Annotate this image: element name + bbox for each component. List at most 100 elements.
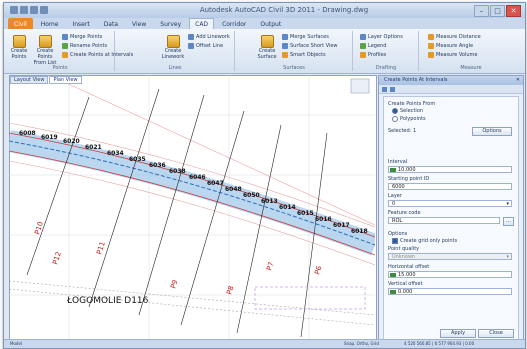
point-label[interactable]: 6036 [149,162,166,169]
field-icon [390,290,396,294]
surface-view-icon [282,43,288,49]
point-quality-select[interactable]: Unknown ▾ [388,253,512,260]
starting-point-field[interactable]: 6000 [388,183,512,190]
tab-plan-view[interactable]: Plan View [49,76,82,84]
panel-tool-icon[interactable] [382,86,387,92]
close-button[interactable]: ✕ [506,5,521,17]
point-label[interactable]: 6048 [225,186,242,193]
measure-angle-button[interactable]: Measure Angle [428,43,473,49]
starting-point-label: Starting point ID [388,176,430,182]
status-coordinates: 4 520 560.85 | 6 577 904.93 | 0.00 [404,341,475,346]
add-line-icon [188,34,194,40]
app-menu-icon[interactable] [10,6,18,14]
measure-distance-button[interactable]: Measure Distance [428,34,481,40]
feature-code-label: Feature code [388,210,421,216]
layer-label: Layer [388,193,402,199]
radio-polypoints[interactable]: Polypoints [392,116,426,122]
measure-volume-button[interactable]: Measure Volume [428,52,477,58]
field-icon [390,273,396,277]
create-points-from-list-button[interactable]: Create Points From List [32,35,58,66]
create-surface-button[interactable]: Create Surface [254,35,280,60]
section-label: Create Points From [388,101,436,107]
point-label[interactable]: 6017 [333,222,350,229]
window-controls: – □ ✕ [474,5,521,17]
viewcube-icon[interactable] [350,78,370,94]
merge-points-button[interactable]: Merge Points [62,34,102,40]
drawing-tabs: Layout View Plan View [10,76,82,84]
panel-tool-icon[interactable] [390,86,395,92]
merge-surface-icon [282,34,288,40]
add-linework-button[interactable]: Add Linework [188,34,230,40]
save-icon[interactable] [20,6,28,14]
ribbon-group-lines: Create Linework Add Linework Offset Line… [116,31,235,71]
point-label[interactable]: 6015 [297,210,314,217]
layer-options-button[interactable]: Layer Options [360,34,403,40]
chevron-down-icon: ▾ [506,201,509,207]
tab-layout-view[interactable]: Layout View [10,76,49,84]
options-button[interactable]: Options [472,127,512,136]
status-toggles[interactable]: Snap, Ortho, Grid [344,341,379,346]
offset-icon [188,43,194,49]
point-label[interactable]: 6018 [351,228,368,235]
window-title: Autodesk AutoCAD Civil 3D 2011 - Drawing… [199,6,369,14]
chevron-down-icon: ▾ [506,254,509,260]
point-label[interactable]: 6050 [243,192,260,199]
profiles-button[interactable]: Profiles [360,52,386,58]
point-label[interactable]: 6047 [207,180,224,187]
ruler-icon [428,34,434,40]
offset-line-button[interactable]: Offset Line [188,43,223,49]
application-window: Autodesk AutoCAD Civil 3D 2011 - Drawing… [3,2,526,349]
plan-drawing[interactable]: 6008 6019 6020 6021 6034 6035 6036 6038 … [9,75,375,343]
layer-icon [360,34,366,40]
panel-close-icon[interactable]: ✕ [516,76,520,85]
profiles-icon [360,52,366,58]
redo-icon[interactable] [40,6,48,14]
point-label[interactable]: 6019 [41,134,58,141]
point-label[interactable]: 6035 [129,156,146,163]
status-bar: Model Snap, Ortho, Grid 4 520 560.85 | 6… [4,339,525,348]
create-linework-button[interactable]: Create Linework [160,35,186,60]
panel-toolbar [379,85,523,94]
smart-objects-button[interactable]: Smart Objects [282,52,326,58]
station-label: P9 [169,279,179,290]
selected-count: Selected: 1 [388,128,417,134]
road-name-label: ŁOGOMOLIE D116 [66,296,149,306]
point-label[interactable]: 6008 [19,130,36,137]
close-panel-button[interactable]: Close [478,329,514,338]
point-label[interactable]: 6021 [85,144,102,151]
minimize-button[interactable]: – [474,5,489,17]
point-label[interactable]: 6013 [261,198,278,205]
legend-button[interactable]: Legend [360,43,386,49]
create-points-button[interactable]: Create Points [6,35,32,60]
merge-surfaces-button[interactable]: Merge Surfaces [282,34,329,40]
field-icon [390,168,396,172]
point-label[interactable]: 6016 [315,216,332,223]
maximize-button[interactable]: □ [490,5,505,17]
panel-body: Create Points From Selection Polypoints … [383,96,519,340]
radio-dot [392,108,398,114]
station-label: P8 [225,285,235,296]
surface-short-view-button[interactable]: Surface Short View [282,43,338,49]
feature-code-browse-button[interactable]: … [503,217,514,226]
station-label: P7 [265,261,275,272]
status-model[interactable]: Model [10,341,22,346]
vertical-offset-label: Vertical offset [388,281,423,287]
point-label[interactable]: 6038 [169,168,186,175]
create-grid-only-checkbox[interactable]: Create grid only points [392,238,457,244]
ribbon-panel: Create Points Create Points From List Me… [4,29,525,74]
apply-button[interactable]: Apply [440,329,476,338]
layer-select[interactable]: 0 ▾ [388,200,512,207]
rename-points-button[interactable]: Rename Points [62,43,107,49]
point-label[interactable]: 6034 [107,150,124,157]
vertical-offset-field[interactable]: 0.000 [388,288,512,295]
point-label[interactable]: 6014 [279,204,296,211]
radio-selection[interactable]: Selection [392,108,423,114]
undo-icon[interactable] [30,6,38,14]
point-label[interactable]: 6020 [63,138,80,145]
interval-field[interactable]: 10.000 [388,166,512,173]
checkbox [392,238,398,244]
feature-code-field[interactable]: ROL [388,217,500,224]
interval-icon [62,52,68,58]
horizontal-offset-field[interactable]: 15.000 [388,271,512,278]
point-label[interactable]: 6046 [189,174,206,181]
